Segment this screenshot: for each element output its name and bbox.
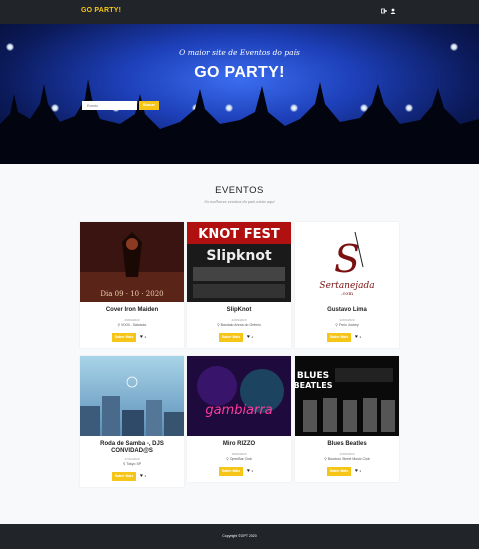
location-text: Bandalo Arena do Grêmio	[220, 323, 261, 327]
svg-text:S: S	[334, 237, 360, 281]
event-date: 18/09/2020	[231, 452, 247, 456]
event-location: ⚲ Tokyo SP	[80, 462, 184, 466]
more-info-button[interactable]: Saber Mais	[327, 333, 351, 342]
event-image	[80, 356, 184, 436]
location-pin-icon: ⚲	[226, 457, 229, 461]
search-input[interactable]	[82, 101, 137, 110]
like-button[interactable]: ♥ 1	[355, 333, 361, 342]
event-location: ⚲ OpenBar Club	[187, 457, 291, 461]
more-info-button[interactable]: Saber Mais	[112, 472, 136, 481]
location-text: Tokyo SP	[126, 462, 142, 466]
more-info-button[interactable]: Saber Mais	[219, 333, 243, 342]
event-image: S Sertanejada .com	[295, 222, 399, 302]
event-card[interactable]: BLUES BEATLES Blues Beatles 12/09/2020 ⚲…	[295, 356, 399, 482]
event-card[interactable]: KNOT FEST Slipknot SlipKnot 22/09/2020 ⚲…	[187, 222, 291, 348]
location-pin-icon: ⚲	[324, 457, 327, 461]
section-title: EVENTOS	[215, 185, 264, 196]
brand-logo[interactable]: GO PARTY!	[81, 7, 121, 14]
user-icon[interactable]	[390, 8, 396, 14]
event-card[interactable]: Roda de Samba -, DJS CONVIDAD@S 17/10/20…	[80, 356, 184, 487]
hero-title: GO PARTY!	[194, 64, 285, 81]
like-button[interactable]: ♥ 1	[355, 467, 361, 476]
more-info-button[interactable]: Saber Mais	[219, 467, 243, 476]
event-name: SlipKnot	[226, 307, 252, 313]
heart-icon: ♥	[140, 334, 143, 340]
more-info-button[interactable]: Saber Mais	[327, 467, 351, 476]
heart-icon: ♥	[140, 473, 143, 479]
event-image: KNOT FEST Slipknot	[187, 222, 291, 302]
like-count: 1	[251, 469, 254, 473]
hero-subtitle: O maior site de Eventos do país	[179, 48, 300, 57]
heart-icon: ♥	[247, 468, 250, 474]
event-name: Roda de Samba -, DJS CONVIDAD@S	[100, 441, 164, 454]
svg-text:.com: .com	[341, 291, 353, 297]
crowd-silhouette	[0, 79, 479, 164]
heart-icon: ♥	[355, 468, 358, 474]
location-pin-icon: ⚲	[335, 323, 338, 327]
svg-text:Dia 09 · 10 · 2020: Dia 09 · 10 · 2020	[100, 290, 163, 298]
event-name: Blues Beatles	[327, 441, 367, 447]
event-location: ⚲ Bourbon Street Music Club	[295, 457, 399, 461]
svg-text:gambiarra: gambiarra	[205, 403, 272, 418]
heart-icon: ♥	[355, 334, 358, 340]
location-text: Bourbon Street Music Club	[327, 457, 370, 461]
like-count: 1	[359, 335, 362, 339]
location-text: VIXIII - Salvador	[121, 323, 147, 327]
like-button[interactable]: ♥ 1	[247, 333, 253, 342]
login-icon[interactable]	[381, 8, 387, 14]
svg-text:BLUES: BLUES	[297, 371, 329, 381]
hero-banner: O maior site de Eventos do país GO PARTY…	[0, 24, 479, 164]
event-location: ⚲ Freio Jockey	[295, 323, 399, 327]
search-button[interactable]: Buscar	[139, 101, 159, 110]
like-button[interactable]: ♥ 1	[247, 467, 253, 476]
copyright-text: Copyright ©GPT 2020	[222, 534, 257, 538]
event-image: gambiarra	[187, 356, 291, 436]
like-button[interactable]: ♥ 1	[140, 472, 146, 481]
svg-text:Slipknot: Slipknot	[206, 248, 272, 264]
event-date: 29/09/2020	[124, 318, 140, 322]
event-name: Gustavo Lima	[327, 307, 367, 313]
nav-icons	[381, 8, 396, 14]
location-text: Freio Jockey	[338, 323, 359, 327]
event-name: Cover Iron Maiden	[105, 307, 159, 313]
svg-text:KNOT FEST: KNOT FEST	[198, 227, 280, 242]
more-info-button[interactable]: Saber Mais	[112, 333, 136, 342]
event-location: ⚲ VIXIII - Salvador	[80, 323, 184, 327]
like-button[interactable]: ♥ 1	[140, 333, 146, 342]
heart-icon: ♥	[247, 334, 250, 340]
like-count: 1	[359, 469, 362, 473]
like-count: 1	[144, 335, 147, 339]
event-date: 17/10/2020	[124, 457, 140, 461]
like-count: 1	[251, 335, 254, 339]
location-pin-icon: ⚲	[217, 323, 220, 327]
event-location: ⚲ Bandalo Arena do Grêmio	[187, 323, 291, 327]
event-image: BLUES BEATLES	[295, 356, 399, 436]
section-subtitle: Os melhores eventos do país estão aqui	[204, 200, 275, 204]
event-image: Dia 09 · 10 · 2020	[80, 222, 184, 302]
event-card[interactable]: Dia 09 · 10 · 2020 Cover Iron Maiden 29/…	[80, 222, 184, 348]
event-name: Miro RIZZO	[222, 441, 256, 447]
event-date: 22/09/2020	[339, 318, 355, 322]
event-date: 12/09/2020	[339, 452, 355, 456]
like-count: 1	[144, 474, 147, 478]
event-date: 22/09/2020	[231, 318, 247, 322]
svg-text:BEATLES: BEATLES	[295, 381, 333, 390]
event-card[interactable]: gambiarra Miro RIZZO 18/09/2020 ⚲ OpenBa…	[187, 356, 291, 482]
location-text: OpenBar Club	[229, 457, 252, 461]
footer: Copyright ©GPT 2020	[0, 524, 479, 549]
navbar: GO PARTY!	[0, 0, 479, 24]
event-card[interactable]: S Sertanejada .com Gustavo Lima 22/09/20…	[295, 222, 399, 348]
location-pin-icon: ⚲	[117, 323, 121, 327]
svg-text:Sertanejada: Sertanejada	[319, 281, 374, 291]
